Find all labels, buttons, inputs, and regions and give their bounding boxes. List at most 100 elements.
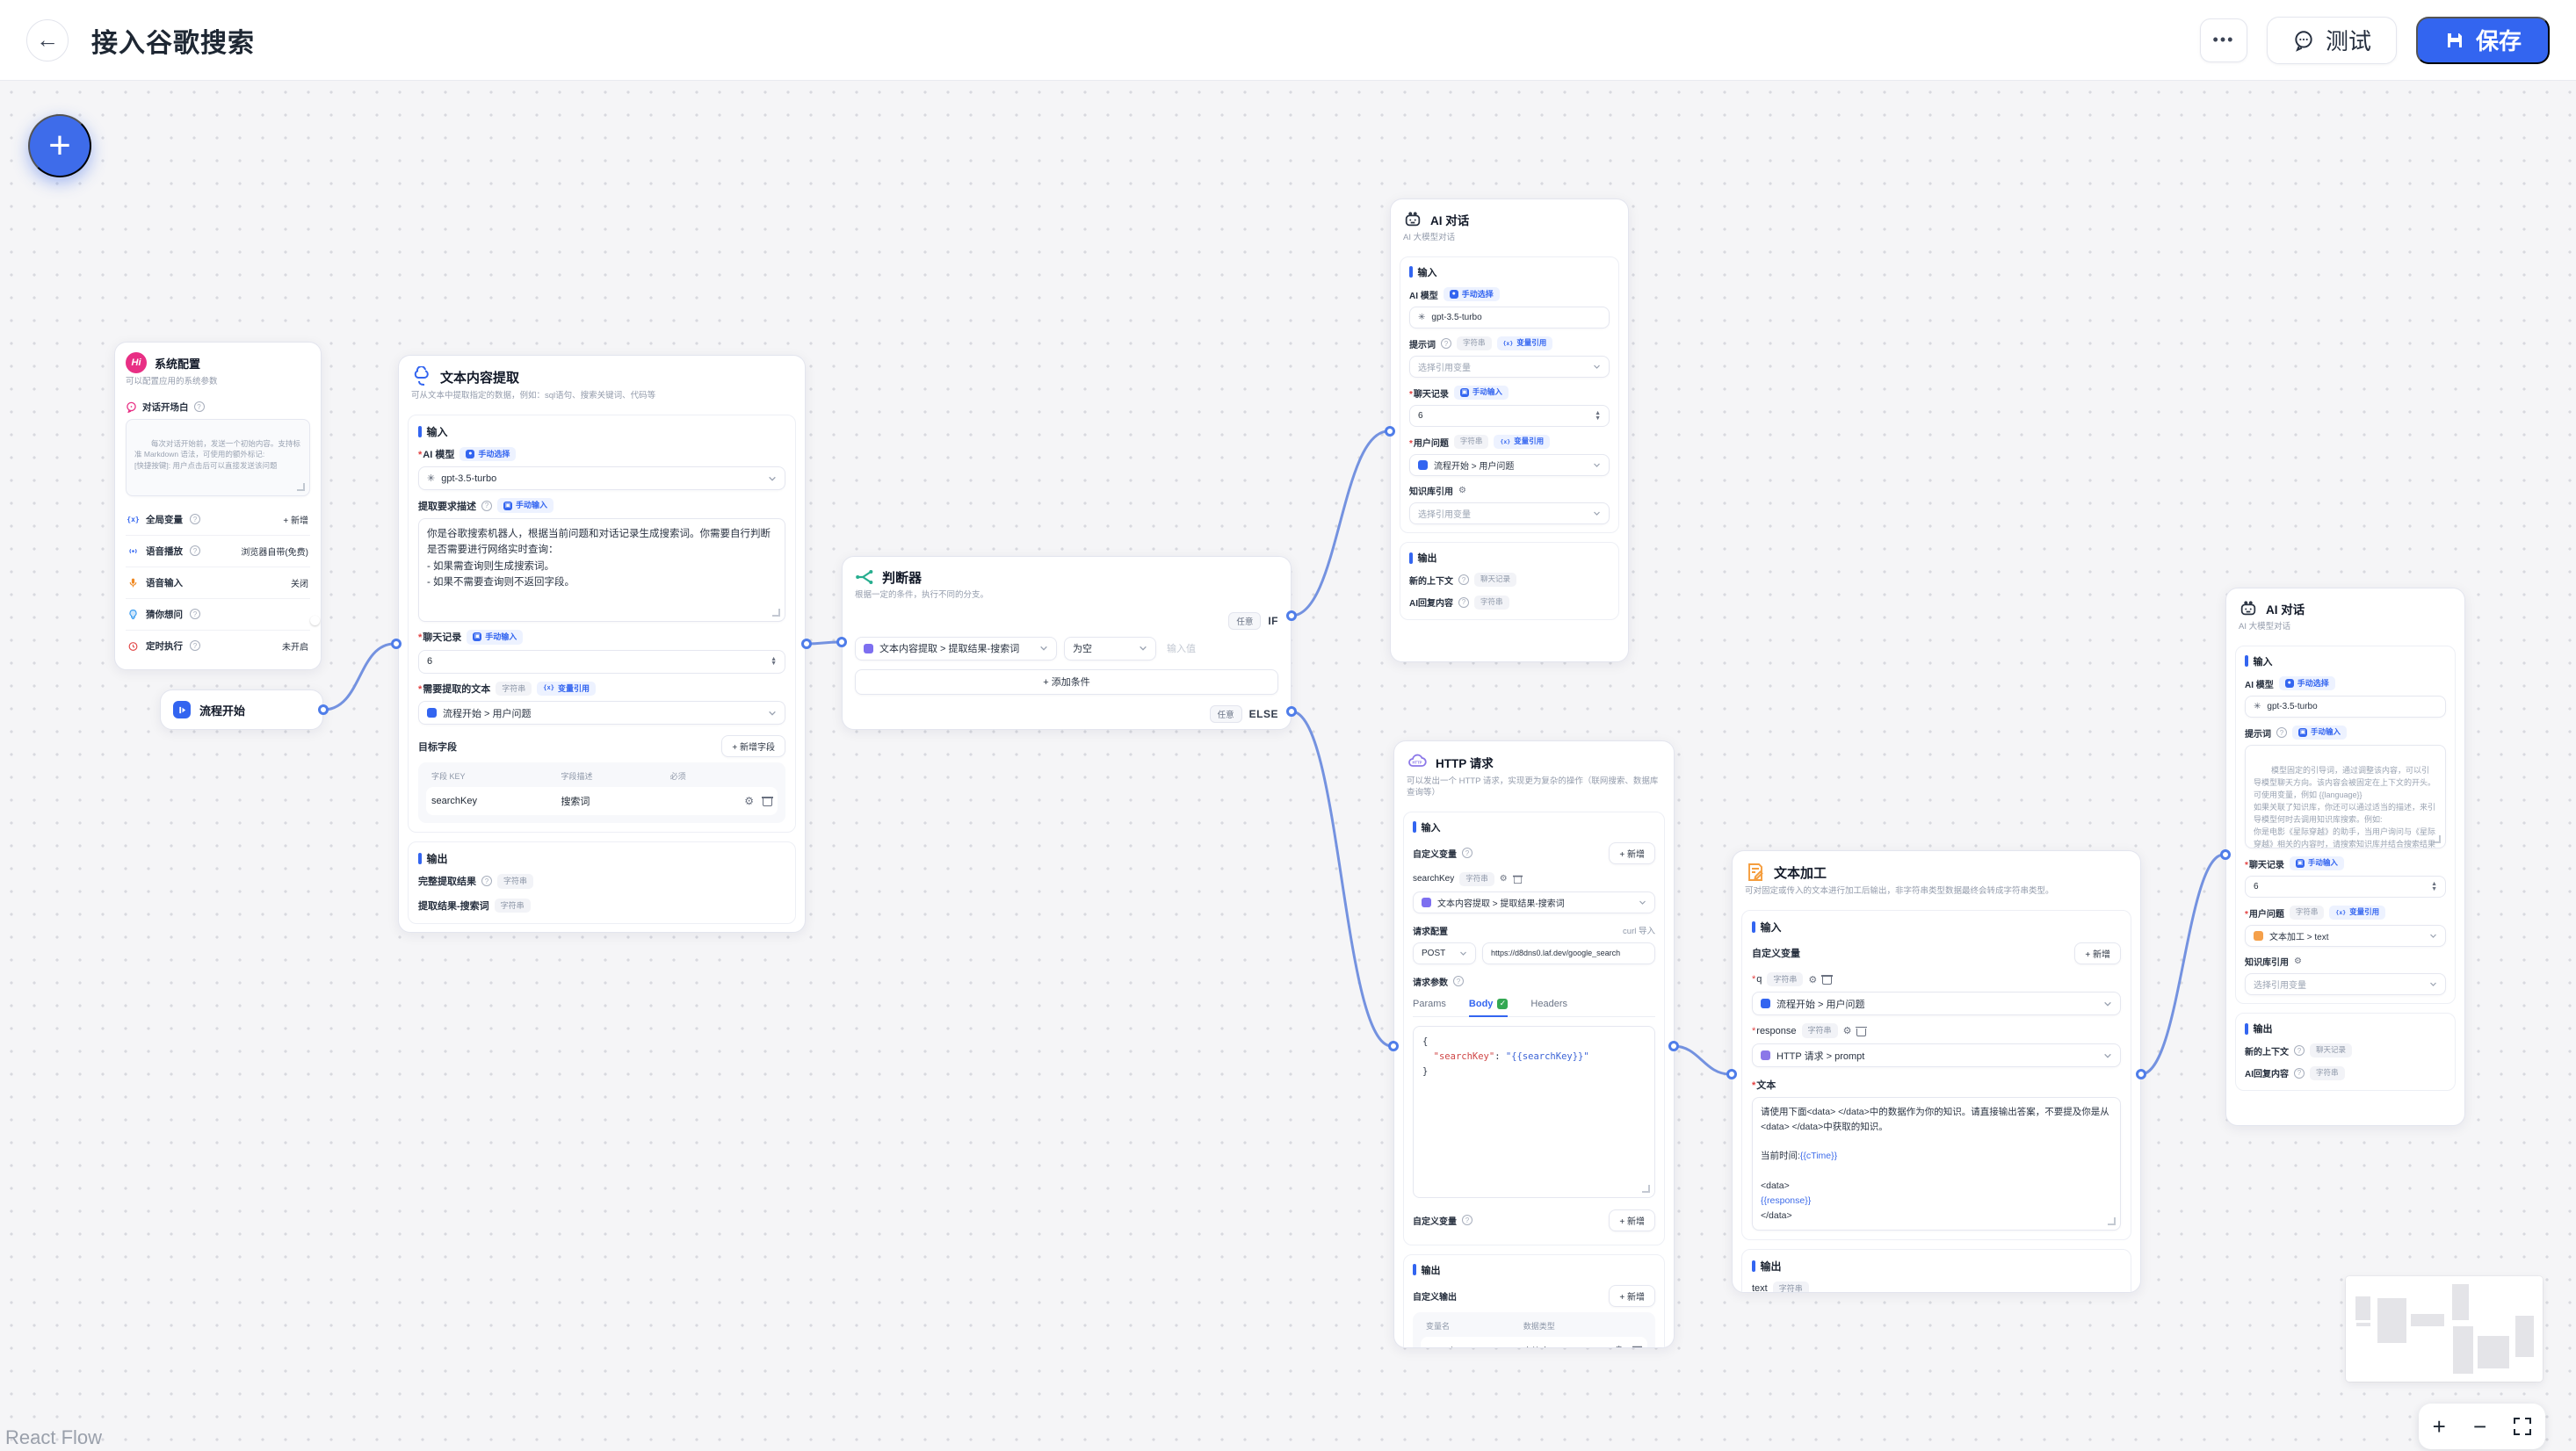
handle-extract-in[interactable] [391, 639, 402, 649]
scheduled-run-value[interactable]: 未开启 [282, 639, 308, 653]
handle-judge-if-out[interactable] [1286, 610, 1297, 621]
step-down-icon[interactable]: ▼ [2431, 887, 2437, 892]
model-select[interactable]: ✳ gpt-3.5-turbo [418, 466, 785, 490]
handle-judge-in[interactable] [836, 637, 847, 647]
url-input[interactable]: https://d8dns0.laf.dev/google_search [1482, 942, 1655, 964]
fit-view-button[interactable] [2514, 1418, 2531, 1435]
model-select[interactable]: ✳ gpt-3.5-turbo [1409, 307, 1610, 328]
tab-params[interactable]: Params [1413, 993, 1446, 1016]
add-global-variable-button[interactable]: + 新增 [283, 513, 308, 526]
any-condition-badge[interactable]: 任意 [1210, 705, 1242, 723]
more-menu-button[interactable]: ••• [2200, 18, 2247, 62]
handle-http-out[interactable] [1668, 1041, 1679, 1051]
zoom-in-button[interactable]: + [2433, 1413, 2446, 1440]
node-flow-start[interactable]: 流程开始 [160, 689, 323, 730]
gear-icon[interactable]: ⚙ [1458, 486, 1466, 495]
tts-value[interactable]: 浏览器自带(免费) [241, 545, 308, 558]
curl-import-button[interactable]: curl 导入 [1623, 924, 1655, 936]
step-down-icon[interactable]: ▼ [771, 661, 777, 667]
var-q-name: q [1752, 974, 1762, 985]
add-condition-button[interactable]: + 添加条件 [855, 669, 1278, 695]
body-code-editor[interactable]: { "searchKey": "{{searchKey}}" } [1413, 1026, 1655, 1198]
kb-ref-select[interactable]: 选择引用变量 [2245, 973, 2446, 995]
gear-icon[interactable]: ⚙ [1843, 1025, 1852, 1036]
user-question-select[interactable]: 流程开始 > 用户问题 [1409, 454, 1610, 476]
add-field-button[interactable]: + 新增字段 [721, 735, 785, 757]
add-node-button[interactable]: + [28, 114, 91, 177]
node-ai-chat-top[interactable]: AI 对话 AI 大模型对话 输入 AI 模型 ●手动选择 ✳ gpt-3.5-… [1390, 199, 1629, 662]
node-http-request[interactable]: HTTP HTTP 请求 可以发出一个 HTTP 请求，实现更为复杂的操作（联网… [1393, 740, 1675, 1348]
flow-canvas[interactable]: + React Flow Hi 系统配置 可以配置应用的系统参数 对话开场白 ?… [0, 81, 2576, 1451]
condition-source-select[interactable]: 文本内容提取 > 提取结果-搜索词 [855, 637, 1057, 661]
var-response-select[interactable]: HTTP 请求 > prompt [1752, 1043, 2121, 1067]
back-button[interactable]: ← [26, 19, 69, 61]
condition-value-input[interactable]: 输入值 [1163, 641, 1196, 655]
handle-chat-top-in[interactable] [1385, 426, 1395, 437]
trash-icon[interactable] [1514, 874, 1522, 883]
chevron-down-icon [2429, 980, 2437, 988]
gear-icon[interactable]: ⚙ [1500, 874, 1508, 884]
new-context-label: 新的上下文 [2245, 1044, 2289, 1058]
test-button[interactable]: 测试 [2267, 17, 2397, 64]
trash-icon[interactable] [1856, 1026, 1866, 1036]
flow-start-ref-icon [427, 708, 437, 718]
speech-input-value[interactable]: 关闭 [291, 576, 308, 589]
text-textarea[interactable]: 请使用下面<data> </data>中的数据作为你的知识。请直接输出答案，不要… [1752, 1097, 2121, 1231]
add-variable-button[interactable]: + 新增 [1609, 1209, 1655, 1231]
save-button[interactable]: 保存 [2416, 17, 2550, 64]
number-steppers[interactable]: ▲▼ [771, 657, 777, 667]
kb-ref-select[interactable]: 选择引用变量 [1409, 502, 1610, 524]
handle-textedit-out[interactable] [2136, 1069, 2146, 1079]
trash-icon[interactable] [1822, 974, 1832, 985]
handle-flowstart-out[interactable] [318, 704, 329, 715]
method-select[interactable]: POST [1413, 942, 1476, 964]
prompt-textarea[interactable]: 模型固定的引导词，通过调整该内容，可以引导模型聊天方向。该内容会被固定在上下文的… [2245, 745, 2446, 848]
welcome-textarea[interactable]: 每次对话开始前，发送一个初始内容。支持标准 Markdown 语法，可使用的额外… [126, 419, 310, 496]
gear-icon[interactable]: ⚙ [1614, 1344, 1624, 1348]
add-variable-button[interactable]: + 新增 [2074, 942, 2121, 964]
var-q-select[interactable]: 流程开始 > 用户问题 [1752, 992, 2121, 1015]
var-value-select[interactable]: 文本内容提取 > 提取结果-搜索词 [1413, 892, 1655, 913]
resize-handle-icon[interactable] [2108, 1217, 2116, 1225]
chat-history-input[interactable]: 6 ▲▼ [418, 650, 785, 674]
number-steppers[interactable]: ▲▼ [1595, 411, 1601, 421]
node-system-config[interactable]: Hi 系统配置 可以配置应用的系统参数 对话开场白 ? 每次对话开始前，发送一个… [114, 342, 322, 670]
resize-handle-icon[interactable] [297, 483, 305, 491]
number-steppers[interactable]: ▲▼ [2431, 882, 2437, 892]
node-text-edit[interactable]: 文本加工 可对固定或传入的文本进行加工后输出，非字符串类型数据最终会转成字符串类… [1732, 850, 2141, 1293]
step-down-icon[interactable]: ▼ [1595, 416, 1601, 422]
add-variable-button[interactable]: + 新增 [1609, 842, 1655, 864]
chat-history-input[interactable]: 6 ▲▼ [1409, 405, 1610, 427]
handle-judge-else-out[interactable] [1286, 706, 1297, 717]
source-text-select[interactable]: 流程开始 > 用户问题 [418, 701, 785, 725]
resize-handle-icon[interactable] [772, 609, 780, 617]
handle-chat-right-in[interactable] [2220, 849, 2231, 860]
condition-operator-select[interactable]: 为空 [1064, 637, 1156, 661]
trash-icon[interactable] [763, 796, 772, 806]
any-condition-badge[interactable]: 任意 [1228, 612, 1261, 630]
node-text-extract[interactable]: 文本内容提取 可从文本中提取指定的数据，例如：sql语句、搜索关键词、代码等 输… [398, 355, 806, 933]
node-ai-chat-right[interactable]: AI 对话 AI 大模型对话 输入 AI 模型 ●手动选择 ✳ gpt-3.5-… [2225, 588, 2465, 1126]
gear-icon[interactable]: ⚙ [2294, 957, 2302, 966]
gear-icon[interactable]: ⚙ [1808, 974, 1817, 985]
handle-extract-out[interactable] [801, 639, 812, 649]
tab-body[interactable]: Body✓ [1469, 993, 1509, 1017]
model-select[interactable]: ✳ gpt-3.5-turbo [2245, 696, 2446, 718]
handle-textedit-in[interactable] [1726, 1069, 1737, 1079]
zoom-out-button[interactable]: − [2473, 1413, 2486, 1440]
node-classifier[interactable]: 判断器 根据一定的条件，执行不同的分支。 任意 IF 文本内容提取 > 提取结果… [842, 556, 1292, 730]
tab-headers[interactable]: Headers [1530, 993, 1567, 1016]
prompt-ref-select[interactable]: 选择引用变量 [1409, 356, 1610, 378]
minimap[interactable] [2346, 1276, 2543, 1382]
node-subtitle: 可以发出一个 HTTP 请求，实现更为复杂的操作（联网搜索、数据库查询等） [1407, 776, 1661, 799]
trash-icon[interactable] [1633, 1346, 1641, 1348]
chat-history-input[interactable]: 6 ▲▼ [2245, 876, 2446, 898]
user-question-select[interactable]: 文本加工 > text [2245, 925, 2446, 947]
extract-desc-textarea[interactable]: 你是谷歌搜索机器人，根据当前问题和对话记录生成搜索词。你需要自行判断是否需要进行… [418, 518, 785, 622]
handle-http-in[interactable] [1388, 1041, 1399, 1051]
add-output-button[interactable]: + 新增 [1609, 1285, 1655, 1307]
resize-handle-icon[interactable] [1642, 1185, 1650, 1193]
gear-icon[interactable]: ⚙ [744, 795, 754, 807]
resize-handle-icon[interactable] [2433, 835, 2441, 843]
clock-icon [127, 640, 139, 652]
